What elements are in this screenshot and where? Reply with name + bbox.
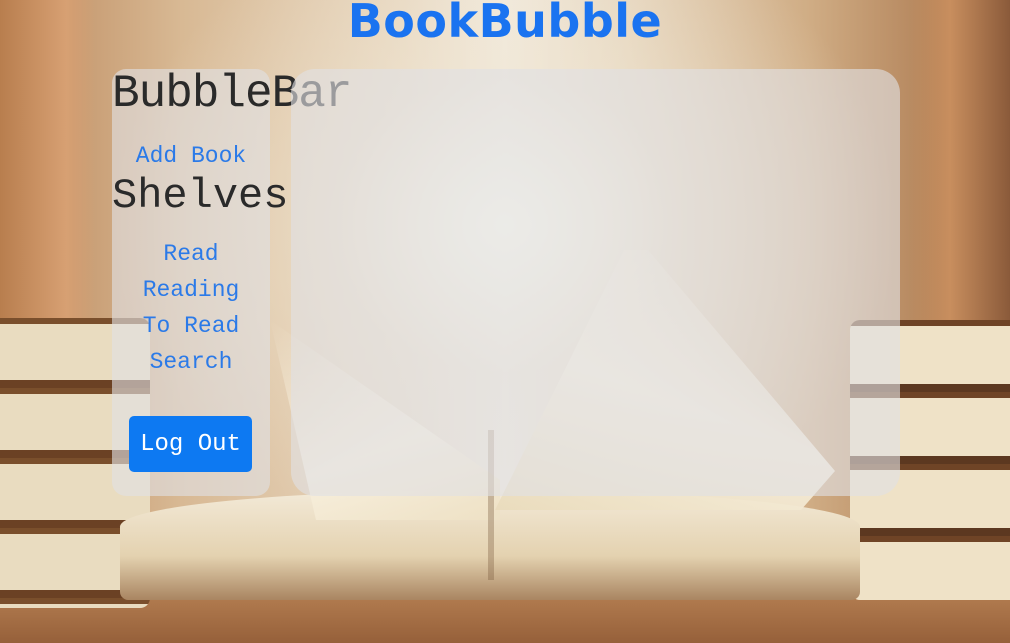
shelf-link-to-read[interactable]: To Read: [112, 308, 270, 344]
shelves-heading: Shelves: [112, 172, 289, 220]
logout-button[interactable]: Log Out: [129, 416, 252, 472]
background-shelf-left: [0, 0, 95, 330]
brand-logo-title: BookBubble: [347, 0, 663, 48]
bubblebar-sidebar: BubbleBar Add Book Shelves Read Reading …: [112, 69, 352, 496]
shelf-link-reading[interactable]: Reading: [112, 272, 270, 308]
shelf-link-read[interactable]: Read: [112, 236, 270, 272]
search-link[interactable]: Search: [112, 344, 270, 380]
shelf-list: Read Reading To Read Search: [112, 236, 270, 380]
background-shelf-right: [910, 0, 1010, 330]
add-book-link[interactable]: Add Book: [112, 138, 270, 174]
main-content-panel: [291, 69, 900, 496]
